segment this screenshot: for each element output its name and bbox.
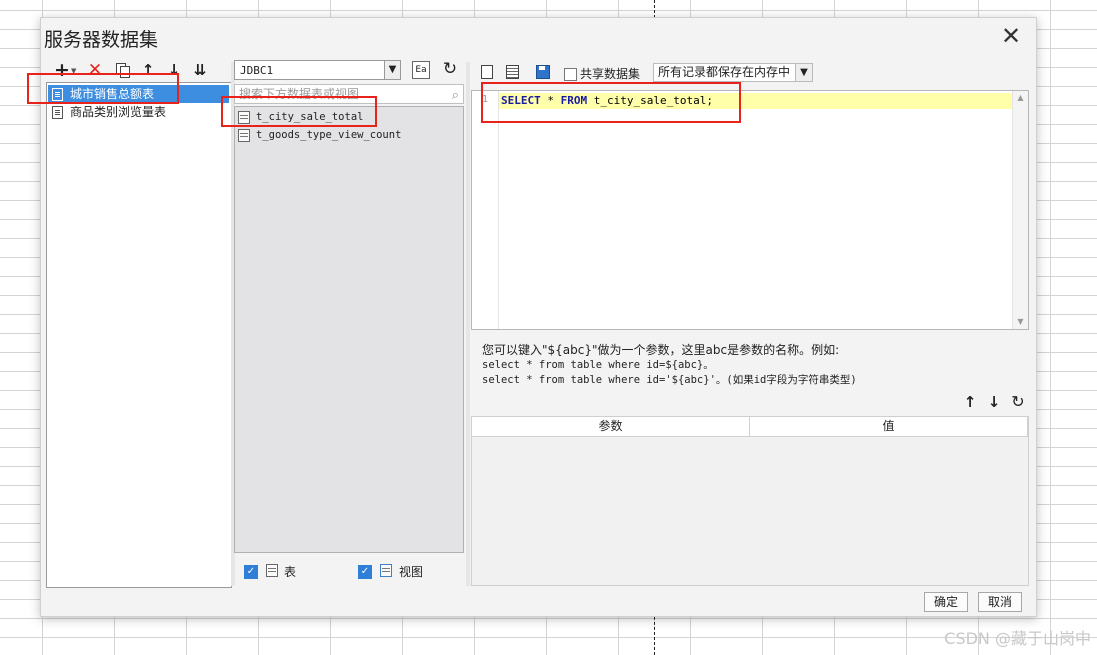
cancel-button[interactable]: 取消	[978, 592, 1022, 612]
table-search-input[interactable]: 搜索下方数据表或视图 ⌕	[234, 84, 464, 104]
parameter-toolbar: ↑ ↓ ↻	[961, 393, 1029, 413]
parameter-table-header: 参数 值	[472, 417, 1028, 437]
sql-query-text[interactable]: SELECT * FROM t_city_sale_total;	[501, 93, 713, 109]
dataset-toolbar: + ▼ ✕ ↑ ↓ ⇊	[47, 61, 229, 83]
dataset-item-goods-views[interactable]: 商品类别浏览量表	[48, 103, 229, 121]
document-icon	[52, 88, 63, 101]
parameter-hint: 您可以键入"${abc}"做为一个参数，这里abc是参数的名称。例如:	[482, 343, 840, 357]
preview-icon[interactable]	[478, 63, 496, 81]
ok-button[interactable]: 确定	[924, 592, 968, 612]
add-dataset-icon[interactable]: +	[53, 61, 71, 80]
share-dataset-label: 共享数据集	[580, 67, 641, 81]
editor-scrollbar[interactable]: ▲ ▼	[1012, 91, 1028, 329]
refresh-icon[interactable]: ↻	[441, 60, 459, 78]
dataset-item-label: 商品类别浏览量表	[70, 105, 167, 119]
view-icon	[380, 564, 392, 577]
server-dataset-dialog: 服务器数据集 ✕ + ▼ ✕ ↑ ↓ ⇊ 城市销售总额表 商品类别浏览量表 JD…	[40, 17, 1037, 617]
parameter-table: 参数 值	[471, 416, 1029, 586]
show-views-label: 视图	[399, 565, 424, 579]
save-icon[interactable]	[533, 63, 551, 81]
dataset-item-city-sales[interactable]: 城市销售总额表	[48, 85, 229, 103]
middle-splitter[interactable]	[466, 62, 470, 586]
table-list: t_city_sale_total t_goods_type_view_coun…	[234, 106, 464, 553]
search-icon[interactable]: ⌕	[452, 87, 459, 105]
scroll-up-icon[interactable]: ▲	[1013, 91, 1028, 105]
line-gutter: 1	[472, 91, 499, 329]
sql-editor[interactable]: 1 SELECT * FROM t_city_sale_total; ▲ ▼	[471, 90, 1029, 330]
param-down-icon[interactable]: ↓	[985, 393, 1003, 411]
move-up-icon[interactable]: ↑	[139, 61, 157, 79]
table-item-label: t_city_sale_total	[256, 111, 364, 123]
sql-star: *	[540, 94, 561, 107]
dialog-title: 服务器数据集	[44, 29, 159, 51]
cache-mode-select[interactable]: 所有记录都保存在内存中	[653, 63, 813, 82]
move-down-icon[interactable]: ↓	[165, 61, 183, 79]
document-icon	[52, 106, 63, 119]
database-query-icon[interactable]	[503, 63, 521, 81]
param-refresh-icon[interactable]: ↻	[1009, 393, 1027, 411]
copy-dataset-icon[interactable]	[113, 61, 131, 79]
delete-dataset-icon[interactable]: ✕	[86, 61, 104, 79]
sql-keyword-from: FROM	[560, 94, 588, 107]
dataset-item-label: 城市销售总额表	[70, 87, 155, 101]
chevron-down-icon[interactable]: ▼	[795, 63, 813, 82]
sort-icon[interactable]: ⇊	[191, 61, 209, 79]
line-number: 1	[482, 94, 489, 105]
show-views-checkbox[interactable]: ✓	[358, 565, 372, 579]
param-up-icon[interactable]: ↑	[961, 393, 979, 411]
value-column-header[interactable]: 值	[750, 417, 1028, 436]
search-placeholder: 搜索下方数据表或视图	[239, 87, 360, 101]
table-icon	[238, 111, 250, 124]
table-item-label: t_goods_type_view_count	[256, 129, 402, 141]
sql-table-name: t_city_sale_total;	[587, 94, 713, 107]
preview-connection-icon[interactable]: Ea	[412, 61, 430, 79]
watermark: CSDN @藏于山岗中	[944, 629, 1091, 648]
sql-keyword-select: SELECT	[501, 94, 541, 107]
show-tables-checkbox[interactable]: ✓	[244, 565, 258, 579]
connection-select[interactable]: JDBC1	[234, 60, 400, 80]
chevron-down-icon[interactable]: ▼	[384, 60, 401, 80]
share-dataset-checkbox[interactable]	[564, 68, 577, 81]
table-filter-bar: ✓ 表 ✓ 视图	[234, 555, 464, 585]
table-icon	[238, 129, 250, 142]
close-icon[interactable]: ✕	[999, 24, 1023, 48]
add-dropdown-icon[interactable]: ▼	[71, 67, 76, 75]
table-icon	[266, 564, 278, 577]
parameter-hint-example-1: select * from table where id=${abc}。	[482, 359, 714, 371]
dataset-list: 城市销售总额表 商品类别浏览量表	[46, 82, 232, 588]
show-tables-label: 表	[284, 565, 297, 579]
scroll-down-icon[interactable]: ▼	[1013, 315, 1028, 329]
parameter-hint-example-2: select * from table where id='${abc}'。(如…	[482, 374, 857, 386]
param-column-header[interactable]: 参数	[472, 417, 750, 436]
